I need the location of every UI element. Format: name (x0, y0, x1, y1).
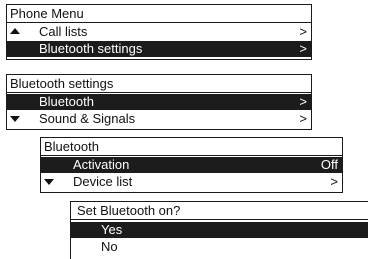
chevron-right-icon: > (299, 111, 307, 126)
phone-menu-panel: Phone Menu Call lists > Bluetooth settin… (6, 4, 312, 60)
down-arrow-icon (44, 179, 54, 185)
down-arrow-icon (10, 116, 20, 122)
bluetooth-title: Bluetooth (41, 138, 342, 156)
up-arrow-icon (10, 28, 20, 34)
menu-item-label: Activation (73, 157, 130, 172)
menu-item-label: Device list (73, 174, 133, 189)
option-no[interactable]: No (71, 239, 368, 255)
chevron-right-icon: > (299, 24, 307, 39)
bt-settings-title: Bluetooth settings (7, 75, 311, 93)
menu-item-sound-signals[interactable]: Sound & Signals > (7, 111, 311, 127)
confirm-panel: Set Bluetooth on? Yes No (70, 201, 368, 259)
option-yes[interactable]: Yes (71, 222, 368, 238)
activation-value: Off (320, 157, 338, 172)
chevron-right-icon: > (330, 174, 338, 189)
menu-item-bluetooth-settings[interactable]: Bluetooth settings > (7, 41, 311, 57)
menu-item-label: Call lists (39, 24, 88, 39)
chevron-right-icon: > (299, 94, 307, 109)
bt-settings-panel: Bluetooth settings Bluetooth > Sound & S… (6, 74, 312, 130)
chevron-right-icon: > (299, 41, 307, 56)
option-label: No (101, 239, 118, 254)
menu-item-bluetooth[interactable]: Bluetooth > (7, 94, 311, 110)
menu-item-label: Bluetooth settings (39, 41, 143, 56)
menu-item-call-lists[interactable]: Call lists > (7, 24, 311, 40)
menu-item-label: Bluetooth (39, 94, 94, 109)
bluetooth-panel: Bluetooth Activation Off Device list > (40, 137, 343, 193)
menu-item-activation[interactable]: Activation Off (41, 157, 342, 173)
phone-menu-title: Phone Menu (7, 5, 311, 23)
menu-item-device-list[interactable]: Device list > (41, 174, 342, 190)
confirm-title: Set Bluetooth on? (71, 202, 368, 220)
option-label: Yes (101, 222, 123, 237)
menu-item-label: Sound & Signals (39, 111, 136, 126)
